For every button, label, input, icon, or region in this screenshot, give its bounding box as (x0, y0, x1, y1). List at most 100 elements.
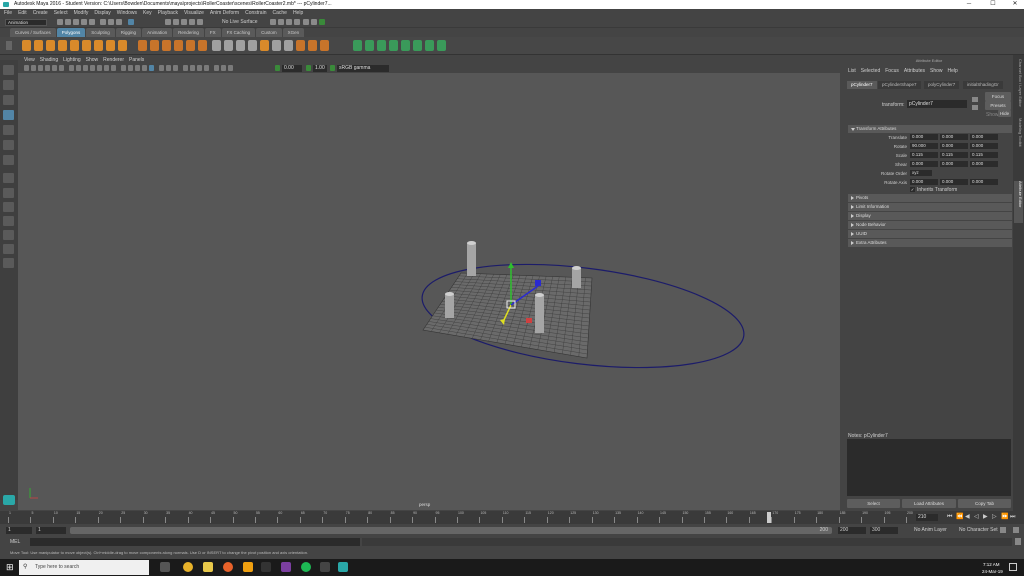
redo-icon[interactable] (89, 19, 95, 25)
menu-visualize[interactable]: Visualize (184, 9, 204, 17)
snap-grid-icon[interactable] (165, 19, 171, 25)
ambient-occlusion-icon[interactable] (183, 65, 188, 71)
script-editor-icon[interactable] (1015, 538, 1021, 545)
tab-modeling-toolkit[interactable]: Modeling Toolkit (1014, 118, 1023, 178)
end-time-field[interactable]: 300 (870, 527, 898, 534)
taskbar-search-box[interactable]: ⚲ Type here to search (19, 560, 149, 575)
command-input[interactable] (30, 538, 360, 546)
new-scene-icon[interactable] (57, 19, 63, 25)
rotate-tool-icon[interactable] (3, 125, 14, 135)
persp-outliner-layout-icon[interactable] (3, 202, 14, 212)
offset-edge-loop-icon[interactable] (308, 40, 317, 51)
poly-cone-icon[interactable] (58, 40, 67, 51)
render-settings-icon[interactable] (286, 19, 292, 25)
persp-graph-layout-icon[interactable] (3, 216, 14, 226)
select-object-icon[interactable] (108, 19, 114, 25)
rotate-z-field[interactable]: 0.000 (970, 143, 998, 149)
focus-button[interactable]: Focus (985, 92, 1011, 101)
script-language-label[interactable]: MEL (10, 539, 20, 546)
section-pivots[interactable]: Pivots (848, 194, 1012, 202)
ipr-render-icon[interactable] (278, 19, 284, 25)
attribute-editor-toggle-icon[interactable] (319, 19, 325, 25)
paint-select-tool-icon[interactable] (3, 95, 14, 105)
rotate-y-field[interactable]: 0.000 (940, 143, 968, 149)
rotate-x-field[interactable]: 90.000 (910, 143, 938, 149)
onenote-icon[interactable] (281, 562, 291, 572)
append-polygon-icon[interactable] (248, 40, 257, 51)
shadows-icon[interactable] (173, 65, 178, 71)
playback-start-field[interactable]: 1 (36, 527, 66, 534)
ae-menu-list[interactable]: List (848, 68, 856, 74)
open-scene-icon[interactable] (65, 19, 71, 25)
viewport-menu-panels[interactable]: Panels (129, 57, 144, 64)
snap-view-icon[interactable] (189, 19, 195, 25)
ae-menu-show[interactable]: Show (930, 68, 943, 74)
task-view-icon[interactable] (160, 562, 170, 572)
grease-pencil-icon[interactable] (59, 65, 64, 71)
taskbar-time[interactable]: 7:12 AM (983, 562, 1000, 567)
motion-blur-icon[interactable] (190, 65, 195, 71)
shelf-tab-polygons[interactable]: Polygons (56, 28, 86, 37)
ae-tab-pcylinder7[interactable]: pCylinder7 (847, 81, 877, 89)
load-attributes-button[interactable]: Load Attributes (902, 499, 956, 508)
smooth-icon[interactable] (186, 40, 195, 51)
camera-select-icon[interactable] (24, 65, 29, 71)
shelf-tab-fx-caching[interactable]: FX Caching (221, 28, 256, 37)
gamma-icon[interactable] (306, 65, 311, 71)
terminal-icon[interactable] (261, 562, 271, 572)
viewport-scene[interactable]: persp (18, 73, 840, 510)
outliner-layout-icon[interactable] (3, 258, 14, 268)
scale-tool-icon[interactable] (3, 140, 14, 150)
menu-help[interactable]: Help (293, 9, 303, 17)
play-forwards-icon[interactable]: ▶ (983, 514, 988, 520)
section-node-behavior[interactable]: Node Behavior (848, 221, 1012, 229)
shear-y-field[interactable]: 0.000 (940, 161, 968, 167)
average-vertices-icon[interactable] (198, 40, 207, 51)
maya-taskbar-icon[interactable] (338, 562, 348, 572)
shelf-tab-sculpting[interactable]: Sculpting (86, 28, 115, 37)
start-icon[interactable]: ⊞ (6, 563, 14, 572)
menu-key[interactable]: Key (143, 9, 152, 17)
poly-sphere-icon[interactable] (22, 40, 31, 51)
spherical-map-icon[interactable] (389, 40, 398, 51)
translate-y-field[interactable]: 0.000 (940, 134, 968, 140)
firefox-icon[interactable] (223, 562, 233, 572)
2d-pan-zoom-icon[interactable] (52, 65, 57, 71)
cylindrical-map-icon[interactable] (377, 40, 386, 51)
bridge-icon[interactable] (236, 40, 245, 51)
rotate-order-dropdown[interactable]: xyz (910, 170, 932, 176)
menu-display[interactable]: Display (94, 9, 110, 17)
bevel-icon[interactable] (284, 40, 293, 51)
go-to-start-icon[interactable]: ⏮ (947, 514, 952, 520)
shelf-tab-fx[interactable]: FX (204, 28, 221, 37)
ae-tab-polycylinder7[interactable]: polyCylinder7 (924, 81, 960, 89)
four-view-layout-icon[interactable] (3, 188, 14, 198)
support-pillar-1[interactable] (467, 241, 476, 276)
presets-button[interactable]: Presets (985, 101, 1011, 110)
ae-menu-attributes[interactable]: Attributes (904, 68, 925, 74)
shelf-tab-rendering[interactable]: Rendering (173, 28, 204, 37)
focus-node-icon[interactable] (972, 97, 978, 102)
translate-z-field[interactable]: 0.000 (970, 134, 998, 140)
poly-prism-icon[interactable] (94, 40, 103, 51)
combine-icon[interactable] (138, 40, 147, 51)
xray-joints-icon[interactable] (221, 65, 226, 71)
hypershade-icon[interactable] (294, 19, 300, 25)
move-tool-icon[interactable] (3, 110, 14, 120)
hide-button[interactable]: Hide (998, 110, 1011, 117)
viewport-menu-view[interactable]: View (24, 57, 35, 64)
support-pillar-4-selected[interactable] (535, 293, 544, 333)
poly-pipe-icon[interactable] (106, 40, 115, 51)
separate-icon[interactable] (150, 40, 159, 51)
shelf-menu-icon[interactable] (6, 41, 12, 50)
support-pillar-2[interactable] (572, 266, 581, 288)
hypershade-layout-icon[interactable] (3, 230, 14, 240)
snap-curve-icon[interactable] (173, 19, 179, 25)
rotate-axis-z-field[interactable]: 0.000 (970, 179, 998, 185)
selection-mask-icon[interactable] (128, 19, 134, 25)
ae-tab-pcylindershape7[interactable]: pCylinderShape7 (878, 81, 921, 89)
section-limit-information[interactable]: Limit Information (848, 203, 1012, 211)
exposure-field[interactable]: 0.00 (282, 65, 302, 72)
start-time-field[interactable]: 1 (6, 527, 32, 534)
menu-create[interactable]: Create (33, 9, 48, 17)
